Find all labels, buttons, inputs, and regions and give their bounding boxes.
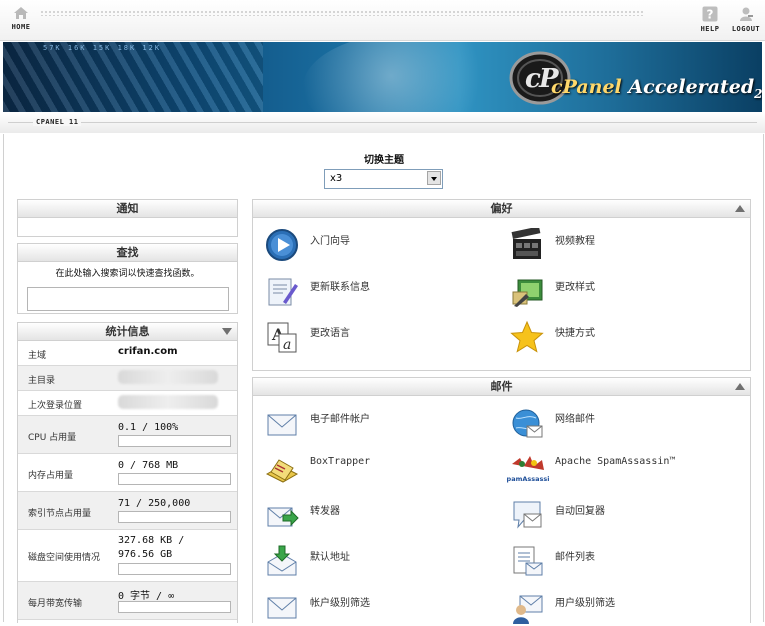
disk-usage-bar bbox=[118, 563, 231, 575]
version-label: CPANEL 11 bbox=[33, 118, 82, 126]
home-label: HOME bbox=[11, 23, 31, 31]
network-cables-image bbox=[3, 42, 263, 112]
memory-usage-bar bbox=[118, 473, 231, 485]
logout-button[interactable]: LOGOUT bbox=[730, 6, 762, 33]
account-filter-icon bbox=[267, 597, 297, 619]
svg-text:SpamAssassin: SpamAssassin bbox=[506, 475, 550, 483]
find-input[interactable] bbox=[26, 287, 229, 311]
version-strip: CPANEL 11 bbox=[0, 113, 765, 133]
divider bbox=[8, 122, 757, 123]
mailing-list-icon bbox=[513, 546, 543, 576]
stat-row-memory: 内存占用量 0 / 768 MB bbox=[18, 454, 237, 492]
webmail-icon bbox=[512, 409, 543, 438]
collapse-toggle-icon[interactable] bbox=[735, 383, 745, 390]
decorative-dots bbox=[40, 10, 645, 16]
cpu-usage-bar bbox=[118, 435, 231, 447]
theme-switcher: 切换主题 x3 bbox=[324, 151, 444, 189]
mail-panel: 邮件 电子邮件帐户 网络邮件 BoxTrapper pamAssassi Apa… bbox=[252, 377, 751, 624]
boxtrapper-icon bbox=[265, 459, 299, 483]
stat-row-bandwidth: 每月带宽传输 0 字节 / ∞ bbox=[18, 582, 237, 620]
theme-switcher-title: 切换主题 bbox=[364, 155, 404, 166]
film-icon bbox=[511, 228, 541, 259]
mail-title: 邮件 bbox=[253, 378, 750, 396]
home-icon bbox=[14, 7, 28, 19]
redacted-value bbox=[118, 395, 218, 409]
chevron-down-icon[interactable] bbox=[427, 171, 441, 185]
banner-ticker: 57K 16K 15K 18K 12K bbox=[43, 44, 162, 52]
user-filter-icon bbox=[513, 595, 543, 624]
style-icon bbox=[512, 279, 543, 307]
logout-user-icon bbox=[740, 7, 753, 21]
top-toolbar: HOME ? HELP LOGOUT bbox=[0, 0, 765, 41]
preferences-panel: 偏好 入门向导 视频教程 更新联系信息 更改样式 A a 更改语言 快捷方式 bbox=[252, 199, 751, 371]
world-map-image bbox=[303, 42, 523, 112]
help-button[interactable]: ? HELP bbox=[699, 6, 721, 33]
cpanel-accelerated-wordmark: cPanel Accelerated2 bbox=[551, 76, 762, 101]
spamassassin-icon: SpamAssassin bbox=[506, 456, 550, 483]
stat-row-home-directory: 主目录 bbox=[18, 366, 237, 391]
stats-rows: 主域 crifan.com 主目录 上次登录位置 CPU 占用量 0.1 / 1… bbox=[18, 341, 237, 620]
autoresponder-icon bbox=[513, 501, 542, 529]
help-label: HELP bbox=[700, 25, 720, 33]
envelope-icon bbox=[267, 414, 297, 436]
find-panel: 查找 在此处输入搜索词以快速查找函数。 bbox=[17, 243, 238, 314]
forwarder-icon bbox=[267, 507, 299, 527]
primary-domain-value: crifan.com bbox=[118, 346, 178, 357]
stat-row-domain: 主域 crifan.com bbox=[18, 341, 237, 366]
stat-row-disk: 磁盘空间使用情况 327.68 KB / 976.56 GB bbox=[18, 530, 237, 582]
main-content: 切换主题 x3 通知 查找 在此处输入搜索词以快速查找函数。 统计信息 主域 c… bbox=[3, 134, 764, 624]
language-icon: A a bbox=[267, 322, 297, 353]
theme-select-value: x3 bbox=[330, 173, 343, 184]
logout-label: LOGOUT bbox=[731, 25, 761, 33]
play-icon bbox=[266, 229, 298, 261]
svg-text:a: a bbox=[283, 337, 291, 353]
stat-row-inodes: 索引节点占用量 71 / 250,000 bbox=[18, 492, 237, 530]
header-banner: 57K 16K 15K 18K 12K c P cPanel Accelerat… bbox=[3, 42, 762, 112]
inode-usage-bar bbox=[118, 511, 231, 523]
contact-info-icon bbox=[268, 278, 298, 306]
svg-text:?: ? bbox=[707, 8, 714, 22]
find-title: 查找 bbox=[18, 244, 237, 262]
default-address-icon bbox=[267, 545, 297, 576]
collapse-toggle-icon[interactable] bbox=[222, 328, 232, 335]
preferences-title: 偏好 bbox=[253, 200, 750, 218]
notices-panel: 通知 bbox=[17, 199, 238, 237]
notices-title: 通知 bbox=[18, 200, 237, 218]
stats-panel: 统计信息 主域 crifan.com 主目录 上次登录位置 CPU 占用量 0.… bbox=[17, 322, 238, 623]
stat-row-last-login: 上次登录位置 bbox=[18, 391, 237, 416]
star-icon bbox=[510, 320, 544, 353]
help-icon: ? bbox=[702, 6, 718, 22]
stat-row-cpu: CPU 占用量 0.1 / 100% bbox=[18, 416, 237, 454]
find-description: 在此处输入搜索词以快速查找函数。 bbox=[55, 269, 200, 279]
bandwidth-usage-bar bbox=[118, 601, 231, 613]
collapse-toggle-icon[interactable] bbox=[735, 205, 745, 212]
redacted-value bbox=[118, 370, 218, 384]
theme-select[interactable]: x3 bbox=[324, 169, 443, 189]
home-button[interactable]: HOME bbox=[8, 6, 34, 31]
stats-title: 统计信息 bbox=[18, 323, 237, 341]
